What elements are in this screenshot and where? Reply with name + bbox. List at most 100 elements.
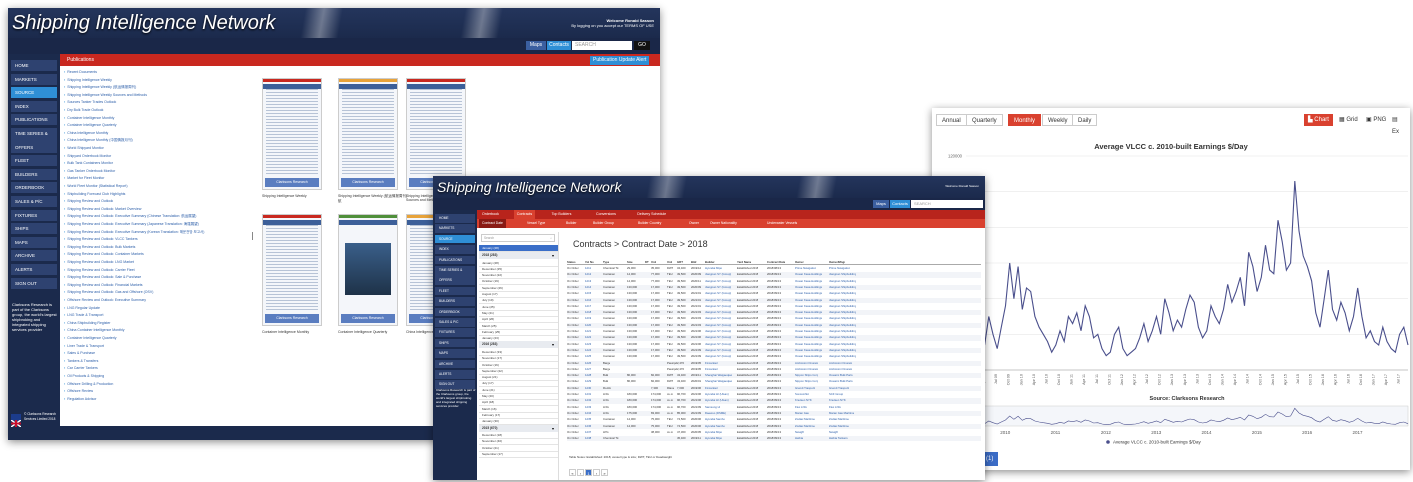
maps-button[interactable]: Maps xyxy=(873,200,889,208)
table-cell[interactable]: Jiangnan SY (Group) xyxy=(705,272,731,277)
table-cell[interactable]: 1219 xyxy=(585,316,591,321)
column-header[interactable]: Size xyxy=(627,260,633,265)
table-cell[interactable]: Ocean Kasa Holdings xyxy=(795,329,822,334)
table-cell[interactable]: 1216 xyxy=(585,298,591,303)
table-cell[interactable]: 1231 xyxy=(585,392,591,397)
table-cell[interactable]: Samsung HI xyxy=(705,405,720,410)
table-row[interactable]: On Order 1226 Barge Pass/pd 2,470 2019/05 Finc… xyxy=(567,360,981,366)
table-row[interactable]: On Order 1236 Container 14,000 75,000 TEU 74,5… xyxy=(567,423,981,429)
nav-item-orderbook[interactable]: ORDERBOOK xyxy=(11,182,57,194)
table-cell[interactable]: 1235 xyxy=(585,417,591,422)
search-input[interactable]: SEARCH xyxy=(572,41,632,50)
table-cell[interactable]: Jiangnan Shipbuilding xyxy=(829,298,856,303)
table-cell[interactable]: Jiangnan SY (Group) xyxy=(705,291,731,296)
table-cell[interactable]: Jiangnan Shipbuilding xyxy=(829,342,856,347)
publication-link[interactable]: Regulation Advisor xyxy=(64,397,96,401)
nav-item-index[interactable]: INDEX xyxy=(435,245,475,254)
filter-group-header[interactable]: 2015 (670) xyxy=(479,424,558,432)
table-cell[interactable]: Jiangnan Shipbuilding xyxy=(829,323,856,328)
publication-link[interactable]: China Intelligence Monthly xyxy=(64,131,108,135)
table-row[interactable]: On Order 1237 LPG 38,000 cu.m 47,300 2020/05 Hy… xyxy=(567,430,981,435)
table-row[interactable]: On Order 1213 Container 14,000 77,000 TEU 49,5… xyxy=(567,279,981,284)
site-logo[interactable]: Shipping Intelligence Network xyxy=(12,12,276,35)
table-cell[interactable]: Hyundai Samho xyxy=(705,417,725,422)
subtab-owner-nationality[interactable]: Owner Nationality xyxy=(707,219,740,228)
nav-item-home[interactable]: HOME xyxy=(11,60,57,71)
table-row[interactable]: On Order 1212 Container 14,000 77,000 TEU 49,5… xyxy=(567,272,981,278)
publication-link[interactable]: Car Carrier Tankers xyxy=(64,366,97,370)
table-cell[interactable]: Grendi Trasporti xyxy=(795,386,815,391)
table-cell[interactable]: Ocean Kasa Holdings xyxy=(795,291,822,296)
site-logo[interactable]: Shipping Intelligence Network xyxy=(437,179,621,195)
table-row[interactable]: On Order 1217 Container 130,000 17,000 TEU 49,… xyxy=(567,304,981,309)
table-cell[interactable]: Ocean Kasa Holdings xyxy=(795,335,822,340)
publication-link[interactable]: Container Intelligence Quarterly xyxy=(64,123,116,127)
publication-thumbnail[interactable]: Clarksons Research xyxy=(406,78,466,190)
filter-item-selected[interactable]: January (28) xyxy=(479,245,558,252)
table-cell[interactable]: Hyundai Mipo xyxy=(705,430,722,435)
table-row[interactable]: On Order 1234 LNG 175,000 83,000 cu.m 85,000 20… xyxy=(567,410,981,417)
table-cell[interactable]: Jiangnan SY (Group) xyxy=(705,310,731,315)
publication-link[interactable]: Sources Tanker Trades Outlook xyxy=(64,100,116,104)
table-cell[interactable]: Zodiac Maritime xyxy=(829,424,849,429)
column-header[interactable]: Builder xyxy=(705,260,715,265)
publication-link[interactable]: Tankers & Transfers xyxy=(64,359,98,363)
nav-item-index[interactable]: INDEX xyxy=(11,100,57,112)
publication-link[interactable]: Shipping Review and Outlook: Bulk Market… xyxy=(64,245,135,249)
tab-delivery-schedule[interactable]: Delivery Schedule xyxy=(634,210,669,219)
table-cell[interactable]: Jiangnan Shipbuilding xyxy=(829,272,856,277)
nav-item-source[interactable]: SOURCE xyxy=(435,234,475,244)
table-row[interactable]: On Order 1218 Container 130,000 17,000 TEU 49,… xyxy=(567,310,981,316)
table-cell[interactable]: Hyundai Mipo xyxy=(705,436,722,441)
publication-link[interactable]: Shipping Review and Outlook: VLCC Tanker… xyxy=(64,237,137,241)
table-cell[interactable]: Oceanic Bulk Paris xyxy=(829,379,853,384)
table-cell[interactable]: Ambrosini Onorato xyxy=(829,361,852,366)
thumbnail-caption[interactable]: Container Intelligence Monthly xyxy=(262,330,332,334)
publication-link[interactable]: Shipping Intelligence Weekly xyxy=(64,78,112,82)
table-cell[interactable]: 1220 xyxy=(585,323,591,328)
table-cell[interactable]: Ocean Kasa Holdings xyxy=(795,354,822,359)
nav-item-fleet[interactable]: FLEET xyxy=(435,286,475,296)
table-cell[interactable]: Fincantieri xyxy=(705,386,718,391)
table-cell[interactable]: Flex LNG xyxy=(795,405,807,410)
table-cell[interactable]: Jiangnan Shipbuilding xyxy=(829,310,856,315)
nav-item-alerts[interactable]: ALERTS xyxy=(435,370,475,379)
publication-link[interactable]: World Fleet Monitor (Statistical Report) xyxy=(64,184,127,188)
nav-item-builders[interactable]: BUILDERS xyxy=(11,168,57,180)
table-row[interactable]: On Order 1232 LNG 180,000 174,000 cu.m 96,700 2… xyxy=(567,398,981,404)
table-cell[interactable]: Jiangnan Shipbuilding xyxy=(829,329,856,334)
table-row[interactable]: On Order 1227 Barge Pass/pd 2,470 2019/05 Finc… xyxy=(567,367,981,372)
table-cell[interactable]: Fincantieri xyxy=(705,367,718,372)
column-header[interactable]: Status xyxy=(567,260,576,265)
subtab-underwater-vessels[interactable]: Underwater Vessels xyxy=(764,219,800,228)
page-link[interactable]: › xyxy=(593,469,600,476)
table-cell[interactable]: 1224 xyxy=(585,348,591,353)
table-row[interactable]: On Order 1229 Bulk 80,000 82,000 DWT 43,400 202… xyxy=(567,379,981,384)
nav-item-markets[interactable]: MARKETS xyxy=(435,224,475,233)
nav-item-builders[interactable]: BUILDERS xyxy=(435,297,475,306)
publication-update-alert-button[interactable]: Publication Update Alert xyxy=(590,56,650,65)
column-header[interactable]: Vsl No xyxy=(585,260,594,265)
nav-item-offers[interactable]: OFFERS xyxy=(435,276,475,285)
table-row[interactable]: On Order 1231 LNG 180,000 174,000 cu.m 96,700 2… xyxy=(567,392,981,397)
page-link[interactable]: « xyxy=(569,469,576,476)
table-cell[interactable]: 1217 xyxy=(585,304,591,309)
thumbnail-caption[interactable]: Container Intelligence Quarterly xyxy=(338,330,408,334)
table-row[interactable]: On Order 1211 Chemical Tk 29,000 35,000 DWT 34… xyxy=(567,266,981,271)
table-cell[interactable]: Jiangnan SY (Group) xyxy=(705,323,731,328)
nav-item-publications[interactable]: PUBLICATIONS xyxy=(435,255,475,265)
publication-link[interactable]: Shipping Review and Outlook: Carrier Fle… xyxy=(64,268,134,272)
table-cell[interactable]: Jiangnan SY (Group) xyxy=(705,342,731,347)
publication-link[interactable]: Offshore Drilling & Production xyxy=(64,382,113,386)
table-cell[interactable]: 1214 xyxy=(585,285,591,290)
publication-link[interactable]: Shipping Intelligence Weekly Sources and… xyxy=(64,93,147,97)
nav-item-source[interactable]: SOURCE xyxy=(11,87,57,99)
nav-item-ships[interactable]: SHIPS xyxy=(435,338,475,348)
publication-link[interactable]: Dry Bulk Trade Outlook xyxy=(64,108,103,112)
table-cell[interactable]: Zodiac Maritime xyxy=(829,417,849,422)
table-cell[interactable]: 1211 xyxy=(585,266,591,271)
table-cell[interactable]: Knutsen NYK xyxy=(795,398,812,403)
table-cell[interactable]: Jiangnan Shipbuilding xyxy=(829,354,856,359)
publication-link[interactable]: Shipping Review and Outlook: Container M… xyxy=(64,252,143,256)
publication-link[interactable]: Market for Fleet Monitor xyxy=(64,176,104,180)
